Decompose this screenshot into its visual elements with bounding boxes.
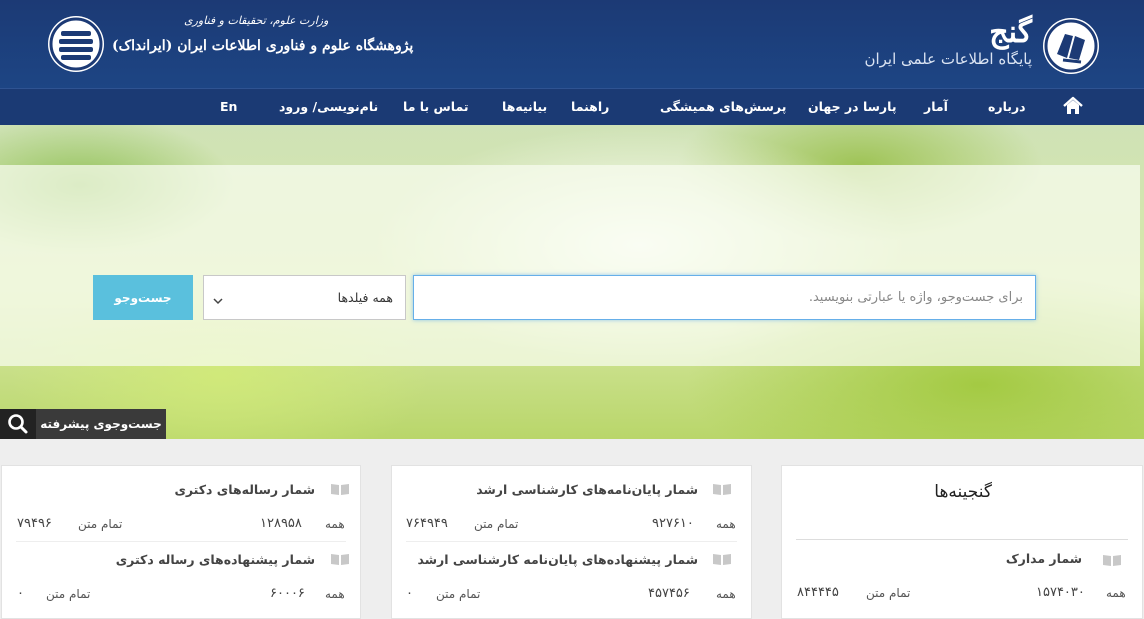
phd-proposals-fulltext-label: تمام متن — [46, 587, 91, 601]
search-input[interactable] — [413, 275, 1036, 320]
divider — [796, 539, 1128, 540]
docs-fulltext-label: تمام متن — [866, 586, 911, 600]
advanced-search-button[interactable]: جست‌وجوی پیشرفته — [0, 409, 166, 439]
home-icon[interactable] — [1062, 95, 1084, 117]
book-icon — [1102, 552, 1122, 566]
search-button[interactable]: جست‌وجو — [93, 275, 193, 320]
phd-theses-all-value: ۱۲۸۹۵۸ — [260, 516, 302, 531]
masters-proposals-fulltext-value: ۰ — [406, 586, 413, 601]
phd-proposals-all-label: همه — [325, 587, 345, 601]
docs-fulltext-value: ۸۴۴۴۴۵ — [797, 585, 839, 600]
divider — [406, 541, 737, 542]
book-icon — [330, 481, 350, 495]
docs-count-title: شمار مدارک — [1005, 551, 1082, 566]
ganj-subtitle: پایگاه اطلاعات علمی ایران — [864, 50, 1032, 68]
phd-theses-fulltext-label: تمام متن — [78, 517, 123, 531]
masters-proposals-all-value: ۴۵۷۴۵۶ — [648, 586, 690, 601]
docs-all-value: ۱۵۷۴۰۳۰ — [1036, 585, 1085, 600]
nav-help[interactable]: راهنما — [571, 99, 609, 114]
nav-about[interactable]: درباره — [988, 99, 1026, 114]
masters-theses-fulltext-label: تمام متن — [474, 517, 519, 531]
masters-theses-all-label: همه — [716, 517, 736, 531]
masters-theses-all-value: ۹۲۷۶۱۰ — [652, 516, 694, 531]
masters-proposals-all-label: همه — [716, 587, 736, 601]
phd-proposals-all-value: ۶۰۰۰۶ — [270, 586, 305, 601]
ganj-logo-icon[interactable] — [1043, 18, 1099, 74]
nav-faq[interactable]: پرسش‌های همیشگی — [660, 99, 786, 114]
phd-theses-all-label: همه — [325, 517, 345, 531]
phd-proposals-fulltext-value: ۰ — [17, 586, 24, 601]
masters-proposals-fulltext-label: تمام متن — [436, 587, 481, 601]
masters-proposals-title: شمار پیشنهاده‌های پایان‌نامه کارشناسی ار… — [417, 552, 698, 567]
nav-parsa-world[interactable]: پارسا در جهان — [808, 99, 897, 114]
phd-proposals-title: شمار پیشنهاده‌های رساله دکتری — [115, 552, 315, 567]
phd-theses-title: شمار رساله‌های دکتری — [174, 482, 315, 497]
phd-theses-fulltext-value: ۷۹۴۹۶ — [17, 516, 52, 531]
book-icon — [712, 551, 732, 565]
ministry-text: وزارت علوم، تحقیقات و فناوری — [184, 14, 329, 27]
chevron-down-icon — [212, 292, 224, 305]
phd-card: شمار رساله‌های دکتری همه ۱۲۸۹۵۸ تمام متن… — [1, 465, 361, 619]
institute-name[interactable]: پژوهشگاه علوم و فناوری اطلاعات ایران (ای… — [112, 38, 413, 54]
book-icon — [330, 551, 350, 565]
divider — [16, 541, 346, 542]
ganj-title[interactable]: گنج — [989, 16, 1032, 50]
search-panel: جست‌وجو همه فیلدها — [0, 165, 1140, 366]
treasures-title: گنجینه‌ها — [934, 482, 992, 502]
nav-register-login[interactable]: نام‌نویسی/ ورود — [279, 99, 378, 114]
nav-statements[interactable]: بیانیه‌ها — [502, 99, 547, 114]
docs-all-label: همه — [1106, 586, 1126, 600]
nav-contact[interactable]: تماس با ما — [403, 99, 469, 114]
hero-banner: جست‌وجو همه فیلدها جست‌وجوی پیشرفته — [0, 125, 1144, 439]
masters-theses-title: شمار پایان‌نامه‌های کارشناسی ارشد — [476, 482, 698, 497]
book-icon — [712, 481, 732, 495]
advanced-search-label: جست‌وجوی پیشرفته — [36, 409, 166, 439]
masters-theses-fulltext-value: ۷۶۴۹۴۹ — [406, 516, 448, 531]
masters-card: شمار پایان‌نامه‌های کارشناسی ارشد همه ۹۲… — [391, 465, 752, 619]
nav-english[interactable]: En — [220, 99, 237, 114]
search-icon — [0, 409, 36, 439]
field-select-value: همه فیلدها — [337, 290, 393, 305]
treasures-card: گنجینه‌ها شمار مدارک همه ۱۵۷۴۰۳۰ تمام مت… — [781, 465, 1143, 619]
irandoc-logo-icon[interactable] — [48, 16, 104, 72]
main-navbar: درباره آمار پارسا در جهان پرسش‌های همیشگ… — [0, 88, 1144, 125]
nav-statistics[interactable]: آمار — [924, 99, 948, 114]
site-header: گنج پایگاه اطلاعات علمی ایران وزارت علوم… — [0, 0, 1144, 88]
field-select[interactable]: همه فیلدها — [203, 275, 406, 320]
